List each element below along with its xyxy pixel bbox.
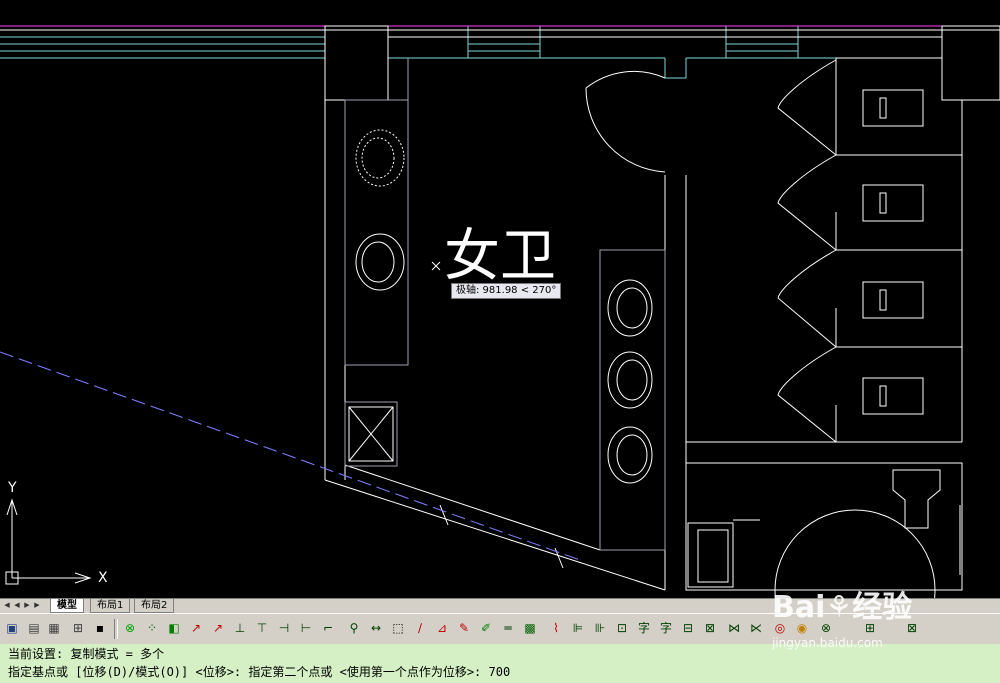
properties-icon[interactable]: ▦ [46, 620, 62, 636]
text-style-icon[interactable]: 字 [658, 620, 674, 636]
break-icon[interactable]: ⊣ [276, 620, 292, 636]
axis-x-label: X [98, 570, 108, 586]
floor-plan: Y X 女卫 [0, 25, 1000, 598]
extend-icon[interactable]: ⊤ [254, 620, 270, 636]
snap2-icon[interactable]: ↗ [210, 620, 226, 636]
pen-icon[interactable]: ✎ [456, 620, 472, 636]
command-prompt-line: 指定基点或 [位移(D)/模式(O)] <位移>: 指定第二个点或 <使用第一个… [8, 665, 511, 679]
drawing-canvas[interactable]: Y X 女卫 极轴: 981.98 < 270° [0, 0, 1000, 598]
tab-next-icon[interactable]: ▶ [22, 600, 32, 611]
layer-icon[interactable]: ▤ [26, 620, 42, 636]
snap-icon[interactable]: ↗ [188, 620, 204, 636]
mtext-icon[interactable]: ⊟ [680, 620, 696, 636]
text-icon[interactable]: ▩ [522, 620, 538, 636]
block-icon[interactable]: ◧ [166, 620, 182, 636]
line-icon[interactable]: ∕ [412, 620, 428, 636]
dim2-icon[interactable]: ⊫ [570, 620, 586, 636]
tab-layout2[interactable]: 布局2 [134, 599, 175, 613]
pline-icon[interactable]: ✐ [478, 620, 494, 636]
tab-first-icon[interactable]: ◀ [2, 600, 12, 611]
tab-layout1[interactable]: 布局1 [90, 599, 131, 613]
osnap-icon[interactable]: ⊗ [122, 620, 138, 636]
command-history-line: 当前设置: 复制模式 = 多个 [8, 647, 165, 661]
edit-icon[interactable]: ⊿ [434, 620, 450, 636]
save-icon[interactable]: ▣ [4, 620, 20, 636]
table-icon[interactable]: ⊪ [592, 620, 608, 636]
trim-icon[interactable]: ⊥ [232, 620, 248, 636]
watermark-url: jingyan.baidu.com [772, 636, 883, 650]
xref-icon[interactable]: ⋈ [726, 620, 742, 636]
chamfer-icon[interactable]: ⊢ [298, 620, 314, 636]
tab-last-icon[interactable]: ▶ [32, 600, 42, 611]
watermark-logo: Bai⚘经验 [772, 590, 913, 625]
room-label: 女卫 [444, 224, 556, 289]
dim-icon[interactable]: ⌇ [548, 620, 564, 636]
floppy-icon[interactable]: ▪ [92, 620, 108, 636]
match-icon[interactable]: ⊞ [70, 620, 86, 636]
axis-y-label: Y [7, 480, 17, 496]
rect-icon[interactable]: ⬚ [390, 620, 406, 636]
fillet-icon[interactable]: ⌐ [320, 620, 336, 636]
watermark: Bai⚘经验 jingyan.baidu.com [772, 582, 1000, 652]
tab-model[interactable]: 模型 [50, 599, 84, 613]
polar-tooltip: 极轴: 981.98 < 270° [451, 283, 562, 299]
insert-icon[interactable]: ⊠ [702, 620, 718, 636]
symbol-icon[interactable]: 字 [636, 620, 652, 636]
grip-icon[interactable]: ⁘ [144, 620, 160, 636]
hatch-icon[interactable]: ═ [500, 620, 516, 636]
copy-icon[interactable]: ⋉ [748, 620, 764, 636]
image-icon[interactable]: ⊡ [614, 620, 630, 636]
zoom-icon[interactable]: ⚲ [346, 620, 362, 636]
dist-icon[interactable]: ↔ [368, 620, 384, 636]
tab-prev-icon[interactable]: ◀ [12, 600, 22, 611]
